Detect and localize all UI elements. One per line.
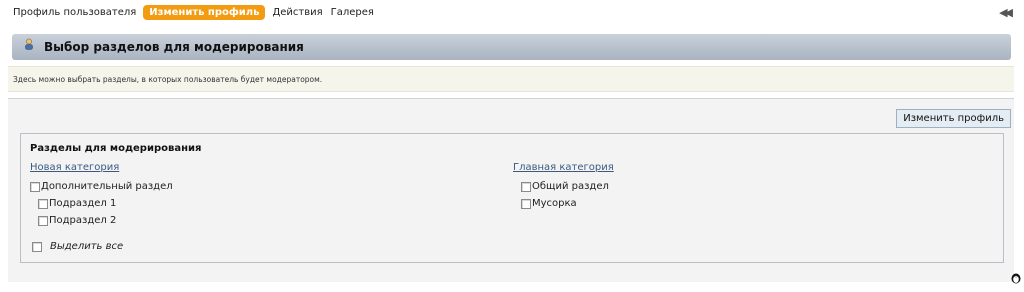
nav-gallery-link[interactable]: Галерея [330, 6, 375, 19]
forum-label: Подраздел 2 [49, 215, 117, 226]
forum-label: Общий раздел [532, 181, 609, 192]
forum-label: Дополнительный раздел [41, 181, 173, 192]
select-all-checkbox[interactable] [32, 241, 42, 252]
category-link-new[interactable]: Новая категория [30, 161, 173, 178]
forum-row-trash[interactable]: Мусорка [513, 195, 614, 212]
section-titlebar: Выбор разделов для модерирования [12, 34, 1011, 60]
form-panel: Изменить профиль Разделы для модерирован… [8, 98, 1014, 282]
moderation-fieldset: Разделы для модерирования Новая категори… [20, 133, 1004, 263]
forum-label: Подраздел 1 [49, 198, 117, 209]
category-link-main[interactable]: Главная категория [513, 161, 614, 178]
fieldset-title: Разделы для модерирования [30, 143, 202, 154]
forum-checkbox[interactable] [521, 181, 531, 192]
forum-checkbox[interactable] [38, 215, 48, 226]
forum-label: Мусорка [532, 198, 577, 209]
category-column-main: Главная категория Общий раздел Мусорка [513, 161, 614, 212]
select-all-row[interactable]: Выделить все [32, 241, 123, 252]
forum-row-general[interactable]: Общий раздел [513, 178, 614, 195]
nav-profile-link[interactable]: Профиль пользователя [12, 6, 137, 19]
submit-edit-profile-button[interactable]: Изменить профиль [896, 109, 1011, 128]
section-description: Здесь можно выбрать разделы, в которых п… [8, 66, 1014, 92]
forum-row-subforum-2[interactable]: Подраздел 2 [30, 212, 173, 229]
select-all-label: Выделить все [50, 241, 124, 252]
nav-actions-link[interactable]: Действия [271, 6, 323, 19]
forum-checkbox[interactable] [521, 198, 531, 209]
profile-nav: Профиль пользователя Изменить профиль Де… [12, 4, 375, 20]
forum-row-additional[interactable]: Дополнительный раздел [30, 178, 173, 195]
nav-edit-profile-link[interactable]: Изменить профиль [143, 4, 266, 20]
penguin-icon [1011, 273, 1021, 284]
forum-checkbox[interactable] [30, 181, 40, 192]
category-column-new: Новая категория Дополнительный раздел По… [30, 161, 173, 229]
forum-row-subforum-1[interactable]: Подраздел 1 [30, 195, 173, 212]
section-title: Выбор разделов для модерирования [44, 40, 304, 54]
forum-checkbox[interactable] [38, 198, 48, 209]
user-icon [25, 38, 33, 50]
double-arrow-left-icon[interactable]: ◀◀ [999, 6, 1013, 19]
